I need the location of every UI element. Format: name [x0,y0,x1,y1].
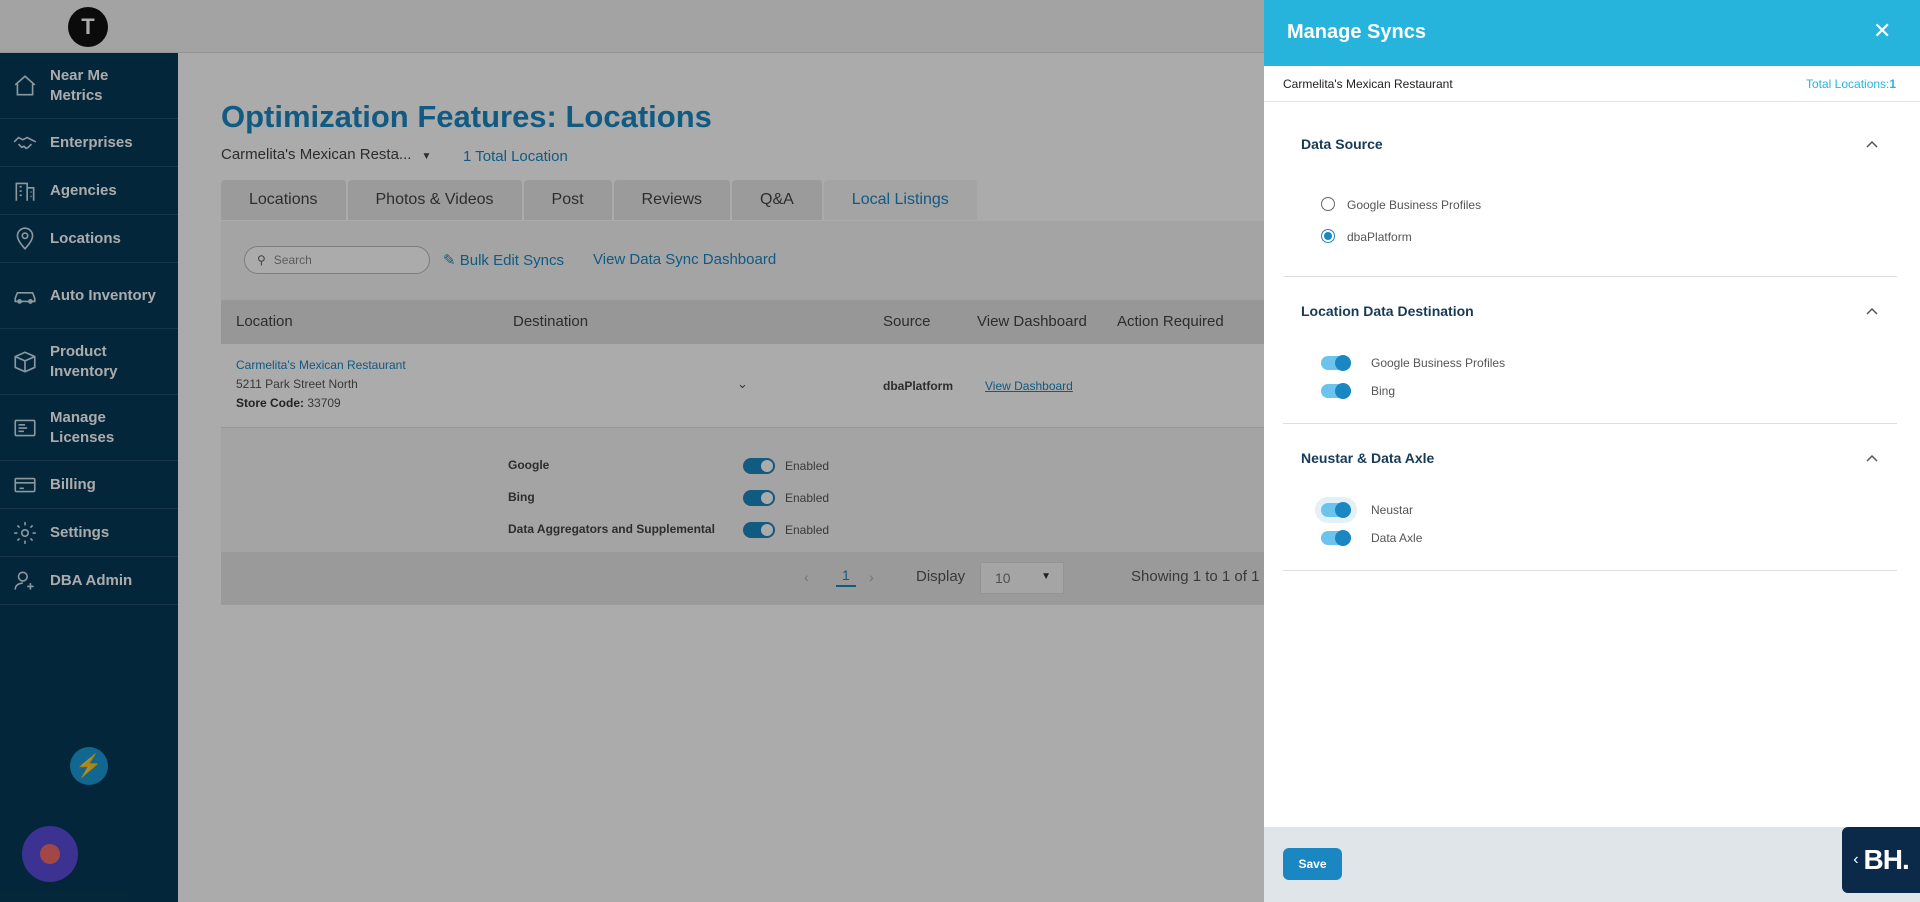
data-source-radio-dbaplatform[interactable] [1321,229,1335,243]
toggle-neustar[interactable] [1321,502,1351,518]
drawer-footer: Save [1264,827,1920,902]
save-button[interactable]: Save [1283,848,1342,880]
chevron-up-icon[interactable] [1865,305,1879,319]
drawer-title: Manage Syncs [1287,21,1426,43]
toggle-google-business-profiles[interactable] [1321,355,1351,371]
toggle-label: Google Business Profiles [1371,356,1506,370]
section-title: Location Data Destination [1301,303,1474,319]
toggle-label: Data Axle [1371,531,1423,545]
drawer-total-locations: Total Locations:1 [1806,77,1896,91]
toggle-data-axle[interactable] [1321,530,1351,546]
drawer-header: Manage Syncs ✕ [1264,0,1920,66]
toggle-label: Neustar [1371,503,1414,517]
bh-widget-button[interactable]: ‹ BH. [1842,827,1920,893]
bh-widget-label: BH. [1863,844,1910,875]
data-source-section: Data Source Google Business Profiles dba… [1283,102,1897,277]
total-locations-label: Total Locations: [1806,77,1890,91]
data-source-label: dbaPlatform [1347,230,1412,244]
section-title: Data Source [1301,136,1383,152]
data-source-radio-google[interactable] [1321,197,1335,211]
chevron-up-icon[interactable] [1865,138,1879,152]
neustar-data-axle-section: Neustar & Data Axle Neustar Data Axle [1283,424,1897,571]
toggle-label: Bing [1371,384,1396,398]
drawer-subheader: Carmelita's Mexican Restaurant Total Loc… [1264,66,1920,102]
section-title: Neustar & Data Axle [1301,450,1435,466]
toggle-bing[interactable] [1321,383,1351,399]
close-icon[interactable]: ✕ [1873,20,1891,42]
total-locations-value: 1 [1889,77,1897,91]
manage-syncs-drawer: Manage Syncs ✕ Carmelita's Mexican Resta… [1264,0,1920,902]
data-source-label: Google Business Profiles [1347,198,1482,212]
chevron-left-icon: ‹ [1853,851,1858,868]
location-data-destination-section: Location Data Destination Google Busines… [1283,277,1897,424]
chevron-up-icon[interactable] [1865,452,1879,466]
drawer-location-name: Carmelita's Mexican Restaurant [1283,77,1453,91]
